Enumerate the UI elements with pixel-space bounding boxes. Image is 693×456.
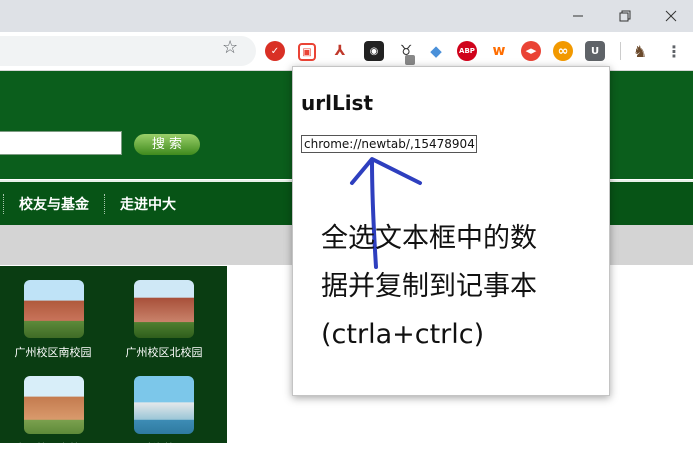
annotation-line: 全选文本框中的数 xyxy=(321,223,537,254)
campus-photo[interactable] xyxy=(24,280,84,338)
instruction-annotation: 全选文本框中的数 据并复制到记事本 (ctrla+ctrlc) xyxy=(321,215,601,359)
star-icon[interactable]: ☆ xyxy=(222,37,238,58)
profile-avatar-icon[interactable]: ♞ xyxy=(630,41,650,61)
screenshot-ext-icon[interactable]: ▣ xyxy=(298,43,316,61)
urllist-ext-icon[interactable]: U xyxy=(585,41,605,61)
nav-item-alumni[interactable]: 校友与基金 xyxy=(19,194,89,214)
campus-panel: 广州校区南校园 广州校区北校园 广州校区东校园 珠海校区 xyxy=(0,266,227,455)
vivaldi-ext-icon[interactable]: ✓ xyxy=(265,41,285,61)
campus-label[interactable]: 广州校区南校园 xyxy=(0,344,108,360)
minimize-button[interactable] xyxy=(555,0,601,32)
campus-label[interactable]: 珠海校区 xyxy=(109,440,219,456)
restore-button[interactable] xyxy=(602,0,648,32)
annotation-line: (ctrla+ctrlc) xyxy=(321,319,485,350)
nav-item-about[interactable]: 走进中大 xyxy=(120,194,176,214)
close-icon xyxy=(665,7,677,26)
urllist-popup: urlList chrome://newtab/,154789047 全选文本框… xyxy=(292,66,610,396)
minimize-icon xyxy=(572,7,584,26)
address-bar[interactable] xyxy=(0,36,256,66)
close-button[interactable] xyxy=(648,0,693,32)
campus-photo[interactable] xyxy=(24,376,84,434)
search-button[interactable]: 搜 索 xyxy=(134,134,200,155)
annotation-line: 据并复制到记事本 xyxy=(321,271,537,302)
shield-ext-icon[interactable]: ◆ xyxy=(426,41,446,61)
menu-icon[interactable]: ⋮ xyxy=(664,41,684,61)
abp-ext-icon[interactable]: ABP xyxy=(457,41,477,61)
url-list-field[interactable]: chrome://newtab/,154789047 xyxy=(301,135,477,153)
panda-ext-icon[interactable]: ◉ xyxy=(364,41,384,61)
campus-photo[interactable] xyxy=(134,280,194,338)
campus-label[interactable]: 广州校区东校园 xyxy=(0,440,108,456)
infinity-ext-icon[interactable]: ∞ xyxy=(553,41,573,61)
popup-title: urlList xyxy=(301,91,374,115)
pdf-ext-icon[interactable]: ⅄ xyxy=(330,41,350,61)
record-ext-icon[interactable]: ◀▶ xyxy=(521,41,541,61)
toolbar-divider xyxy=(620,42,621,60)
campus-photo[interactable] xyxy=(134,376,194,434)
popup-anchor xyxy=(405,55,415,65)
flame-ext-icon[interactable]: w xyxy=(489,41,509,61)
search-input[interactable] xyxy=(0,131,122,155)
title-bar xyxy=(0,0,693,32)
campus-label[interactable]: 广州校区北校园 xyxy=(109,344,219,360)
restore-icon xyxy=(619,7,631,26)
nav-divider xyxy=(104,194,105,214)
nav-divider xyxy=(3,194,4,214)
